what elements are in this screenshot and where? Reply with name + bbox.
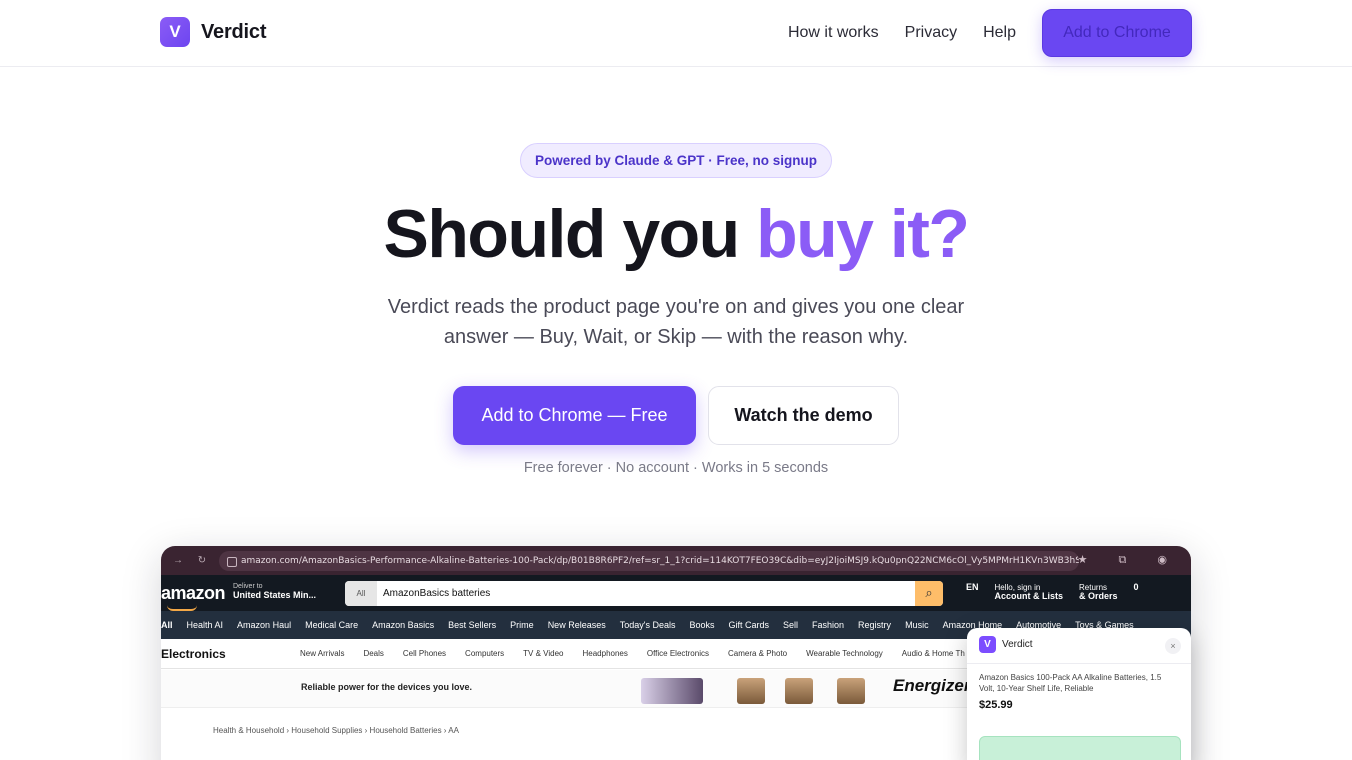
cart-icon: 0 bbox=[1134, 583, 1139, 601]
amazon-nav-item: Amazon Basics bbox=[372, 620, 435, 630]
amazon-logo: amazon bbox=[161, 583, 226, 611]
verdict-logo-icon: V bbox=[979, 636, 996, 653]
amazon-orders: Returns & Orders bbox=[1079, 583, 1118, 601]
add-to-chrome-nav-label: Add to Chrome bbox=[1063, 24, 1171, 41]
amazon-account: Hello, sign in Account & Lists bbox=[995, 583, 1064, 601]
amazon-breadcrumb: Health & Household › Household Supplies … bbox=[213, 726, 459, 735]
orders-big: & Orders bbox=[1079, 591, 1118, 601]
amazon-nav-item: All bbox=[161, 620, 173, 630]
add-to-chrome-free-button[interactable]: Add to Chrome — Free bbox=[453, 386, 696, 445]
headline-main: Should you bbox=[383, 196, 757, 272]
deliver-small: Deliver to bbox=[233, 583, 263, 590]
nav-links: How it works Privacy Help Add to Chrome bbox=[788, 9, 1192, 57]
amazon-subnav-title: Electronics bbox=[161, 647, 226, 661]
amazon-subnav-link: New Arrivals bbox=[300, 649, 345, 658]
amazon-deliver-to: Deliver to United States Min... bbox=[233, 582, 316, 600]
brand-logo[interactable]: V Verdict bbox=[160, 17, 267, 47]
amazon-search-bar: All AmazonBasics batteries ⌕ bbox=[345, 581, 943, 606]
cart-count: 0 bbox=[1133, 582, 1139, 592]
amazon-nav-item: Sell bbox=[783, 620, 799, 630]
amazon-nav-item: Gift Cards bbox=[728, 620, 769, 630]
battery-pack-image bbox=[837, 678, 865, 704]
deliver-big: United States Min... bbox=[233, 590, 317, 600]
amazon-nav-item: Music bbox=[905, 620, 929, 630]
amazon-nav-item: New Releases bbox=[547, 620, 606, 630]
popup-price: $25.99 bbox=[979, 699, 1013, 711]
popup-title: Verdict bbox=[1002, 639, 1033, 650]
brand-mark-icon: V bbox=[160, 17, 190, 47]
amazon-nav-item: Health AI bbox=[186, 620, 224, 630]
amazon-nav-item: Best Sellers bbox=[448, 620, 497, 630]
brand-name: Verdict bbox=[201, 20, 267, 43]
account-big: Account & Lists bbox=[994, 591, 1064, 601]
battery-pack-image bbox=[785, 678, 813, 704]
hero-subline: Verdict reads the product page you're on… bbox=[387, 296, 965, 348]
amazon-subnav-link: Computers bbox=[465, 649, 505, 658]
hero-headline: Should you buy it? bbox=[0, 192, 1352, 276]
verdict-popup: V Verdict × Amazon Basics 100-Pack AA Al… bbox=[967, 628, 1191, 760]
amazon-nav-item: Today's Deals bbox=[619, 620, 676, 630]
close-icon[interactable]: × bbox=[1165, 638, 1181, 654]
amazon-subnav-link: Audio & Home Th bbox=[901, 649, 965, 658]
amazon-lang: EN bbox=[966, 583, 979, 601]
hero-fineprint: Free forever · No account · Works in 5 s… bbox=[523, 460, 829, 476]
amazon-subnav-link: Wearable Technology bbox=[806, 649, 883, 658]
nav-link-help[interactable]: Help bbox=[983, 9, 1016, 57]
browser-extension-icons: ★ ⧉ ◉ bbox=[1077, 554, 1181, 566]
search-icon: ⌕ bbox=[915, 581, 943, 606]
amazon-nav-item: Books bbox=[689, 620, 715, 630]
amazon-account-area: EN Hello, sign in Account & Lists Returns… bbox=[966, 583, 1139, 601]
amazon-nav-item: Fashion bbox=[812, 620, 845, 630]
amazon-subnav-link: Cell Phones bbox=[402, 649, 447, 658]
amazon-nav-item: Prime bbox=[510, 620, 534, 630]
top-nav: V Verdict How it works Privacy Help Add … bbox=[0, 0, 1352, 67]
amazon-subnav-link: Camera & Photo bbox=[727, 649, 788, 658]
battery-pack-image bbox=[737, 678, 765, 704]
popup-verdict-card bbox=[979, 736, 1181, 760]
amazon-lang-label: EN bbox=[966, 582, 979, 592]
banner-product-images bbox=[641, 672, 891, 706]
amazon-nav-item: Amazon Haul bbox=[237, 620, 292, 630]
amazon-subnav-link: Office Electronics bbox=[646, 649, 709, 658]
amazon-subnav-link: Deals bbox=[363, 649, 384, 658]
nav-link-privacy[interactable]: Privacy bbox=[905, 9, 957, 57]
amazon-subnav-links: New Arrivals Deals Cell Phones Computers TV … bbox=[300, 649, 984, 658]
powered-by-badge: Powered by Claude & GPT · Free, no signu… bbox=[520, 143, 832, 178]
popup-header: V Verdict bbox=[979, 636, 1033, 653]
popup-product-title: Amazon Basics 100-Pack AA Alkaline Batte… bbox=[979, 673, 1162, 693]
banner-tagline: Reliable power for the devices you love. bbox=[301, 682, 473, 692]
browser-nav-icons: → ↻ bbox=[173, 555, 213, 566]
add-to-chrome-nav-button[interactable]: Add to Chrome bbox=[1042, 9, 1192, 57]
amazon-header: amazon Deliver to United States Min... A… bbox=[161, 575, 1191, 611]
battery-pack-image bbox=[641, 678, 703, 704]
browser-toolbar: → ↻ amazon.com/AmazonBasics-Performance-… bbox=[161, 546, 1191, 575]
watch-demo-button[interactable]: Watch the demo bbox=[708, 386, 899, 445]
nav-link-how-it-works[interactable]: How it works bbox=[788, 9, 879, 57]
headline-accent: buy it? bbox=[756, 196, 970, 272]
amazon-search-query: AmazonBasics batteries bbox=[383, 588, 491, 599]
amazon-nav-item: Medical Care bbox=[305, 620, 359, 630]
amazon-subnav-link: TV & Video bbox=[523, 649, 564, 658]
popup-divider bbox=[967, 663, 1191, 664]
amazon-subnav-link: Headphones bbox=[582, 649, 628, 658]
banner-brand-logo: Energizer bbox=[893, 676, 971, 695]
amazon-nav-item: Registry bbox=[858, 620, 892, 630]
amazon-search-scope: All bbox=[345, 581, 377, 606]
browser-url-bar: amazon.com/AmazonBasics-Performance-Alka… bbox=[219, 551, 1079, 571]
